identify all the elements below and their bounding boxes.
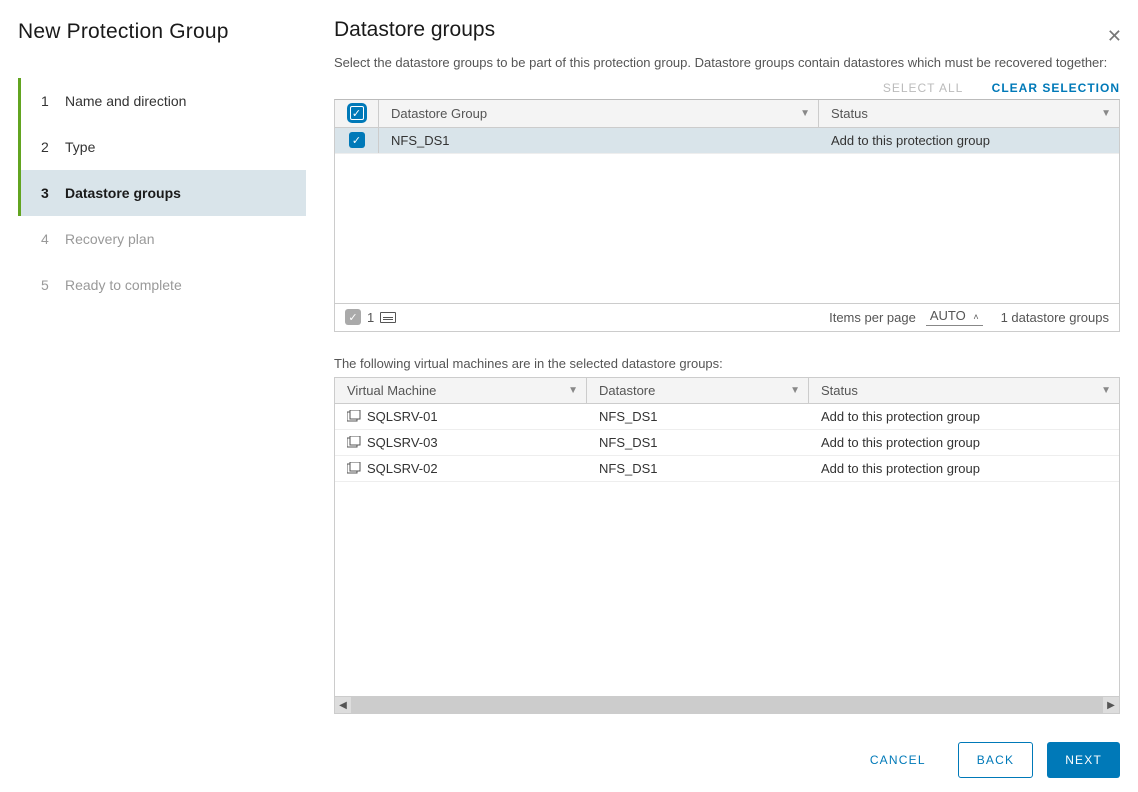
selection-actions: SELECT ALL CLEAR SELECTION	[334, 81, 1120, 95]
wizard-sidebar: New Protection Group 1Name and direction…	[0, 0, 306, 792]
scroll-left-icon[interactable]: ◀	[335, 700, 351, 711]
step-number: 4	[41, 231, 65, 247]
column-label: Status	[831, 106, 868, 121]
next-button[interactable]: NEXT	[1047, 742, 1120, 778]
vm-icon	[347, 462, 361, 474]
cell-vm-name: SQLSRV-01	[335, 404, 587, 429]
vm-icon	[347, 410, 361, 422]
vm-table-header: Virtual Machine ▼ Datastore ▼ Status ▼	[335, 378, 1119, 404]
column-virtual-machine[interactable]: Virtual Machine ▼	[335, 378, 587, 403]
card-view-icon[interactable]	[380, 312, 396, 323]
cell-datastore: NFS_DS1	[587, 456, 809, 481]
items-per-page-label: Items per page	[829, 310, 916, 325]
table-row[interactable]: ✓ NFS_DS1Add to this protection group	[335, 128, 1119, 154]
step-number: 1	[41, 93, 65, 109]
wizard-step-5: 5Ready to complete	[18, 262, 306, 308]
close-icon[interactable]: ✕	[1107, 26, 1122, 47]
main-panel: ✕ Datastore groups Select the datastore …	[306, 0, 1138, 792]
datastore-group-table: ✓ Datastore Group ▼ Status ▼ ✓ NFS_DS1Add…	[334, 99, 1120, 332]
cell-status: Add to this protection group	[819, 128, 1119, 153]
filter-icon[interactable]: ▼	[790, 385, 800, 396]
column-label: Datastore Group	[391, 106, 487, 121]
filter-icon[interactable]: ▼	[568, 385, 578, 396]
back-button[interactable]: BACK	[958, 742, 1033, 778]
step-label: Datastore groups	[65, 185, 181, 201]
column-vm-status[interactable]: Status ▼	[809, 378, 1119, 403]
wizard-steps: 1Name and direction2Type3Datastore group…	[18, 78, 306, 308]
total-count: 1 datastore groups	[1001, 310, 1109, 325]
wizard-step-2[interactable]: 2Type	[18, 124, 306, 170]
table-row[interactable]: SQLSRV-03NFS_DS1Add to this protection g…	[335, 430, 1119, 456]
footer-checkbox-icon: ✓	[345, 309, 361, 325]
selected-count: 1	[367, 310, 374, 325]
cell-datastore: NFS_DS1	[587, 430, 809, 455]
scroll-right-icon[interactable]: ▶	[1103, 700, 1119, 711]
wizard-step-1[interactable]: 1Name and direction	[18, 78, 306, 124]
wizard-step-4: 4Recovery plan	[18, 216, 306, 262]
column-label: Virtual Machine	[347, 383, 436, 398]
column-datastore-group[interactable]: Datastore Group ▼	[379, 100, 819, 127]
column-label: Status	[821, 383, 858, 398]
cell-dsg-name: NFS_DS1	[379, 128, 819, 153]
header-checkbox-cell[interactable]: ✓	[335, 100, 379, 127]
select-all-link: SELECT ALL	[883, 81, 964, 95]
page-description: Select the datastore groups to be part o…	[334, 52, 1120, 75]
page-title: Datastore groups	[334, 18, 1120, 42]
dsg-table-header: ✓ Datastore Group ▼ Status ▼	[335, 100, 1119, 128]
step-label: Recovery plan	[65, 231, 155, 247]
cancel-button[interactable]: CANCEL	[852, 742, 944, 778]
dsg-table-footer: ✓ 1 Items per page AUTO ˄ 1 datastore gr…	[335, 303, 1119, 331]
column-label: Datastore	[599, 383, 655, 398]
cell-datastore: NFS_DS1	[587, 404, 809, 429]
filter-icon[interactable]: ▼	[800, 108, 810, 119]
cell-vm-status: Add to this protection group	[809, 456, 1119, 481]
column-status[interactable]: Status ▼	[819, 100, 1119, 127]
filter-icon[interactable]: ▼	[1101, 108, 1111, 119]
step-number: 3	[41, 185, 65, 201]
vm-section-label: The following virtual machines are in th…	[334, 356, 1120, 371]
cell-vm-status: Add to this protection group	[809, 430, 1119, 455]
table-row[interactable]: SQLSRV-02NFS_DS1Add to this protection g…	[335, 456, 1119, 482]
vm-icon	[347, 436, 361, 448]
vm-table-body: SQLSRV-01NFS_DS1Add to this protection g…	[335, 404, 1119, 696]
step-label: Type	[65, 139, 95, 155]
wizard-footer: CANCEL BACK NEXT	[334, 714, 1120, 778]
dsg-table-body: ✓ NFS_DS1Add to this protection group	[335, 128, 1119, 303]
horizontal-scrollbar[interactable]: ◀ ▶	[335, 696, 1119, 713]
step-number: 5	[41, 277, 65, 293]
column-datastore[interactable]: Datastore ▼	[587, 378, 809, 403]
step-label: Ready to complete	[65, 277, 182, 293]
vm-table: Virtual Machine ▼ Datastore ▼ Status ▼ S…	[334, 377, 1120, 714]
filter-icon[interactable]: ▼	[1101, 385, 1111, 396]
scroll-track[interactable]	[351, 697, 1103, 713]
wizard-title: New Protection Group	[18, 20, 306, 44]
select-all-checkbox[interactable]: ✓	[349, 105, 365, 121]
step-number: 2	[41, 139, 65, 155]
row-checkbox[interactable]: ✓	[349, 132, 365, 148]
cell-vm-status: Add to this protection group	[809, 404, 1119, 429]
wizard-step-3[interactable]: 3Datastore groups	[18, 170, 306, 216]
cell-vm-name: SQLSRV-02	[335, 456, 587, 481]
chevron-up-icon: ˄	[973, 312, 978, 322]
items-per-page-select[interactable]: AUTO ˄	[926, 308, 983, 326]
cell-vm-name: SQLSRV-03	[335, 430, 587, 455]
step-label: Name and direction	[65, 93, 186, 109]
clear-selection-link[interactable]: CLEAR SELECTION	[992, 81, 1120, 95]
table-row[interactable]: SQLSRV-01NFS_DS1Add to this protection g…	[335, 404, 1119, 430]
